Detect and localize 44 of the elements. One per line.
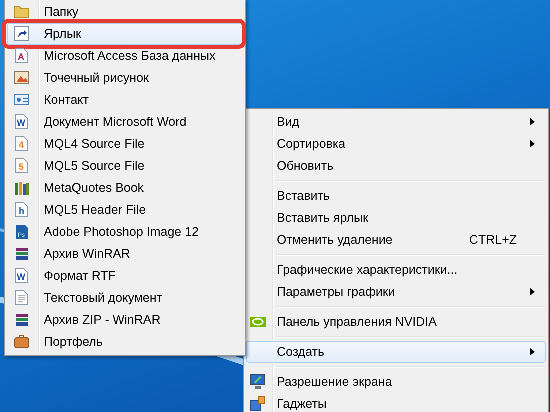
- archive-stack-icon: [14, 246, 30, 262]
- contact-card-icon: [14, 92, 30, 108]
- menu-item[interactable]: h MQL5 Header File: [7, 199, 243, 221]
- menu-item[interactable]: Гаджеты: [246, 393, 546, 412]
- menu-item[interactable]: Текстовый документ: [7, 287, 243, 309]
- menu-item[interactable]: A Microsoft Access База данных: [7, 45, 243, 67]
- briefcase-icon: [14, 334, 30, 350]
- document-digit-icon: 5: [14, 158, 30, 174]
- menu-item[interactable]: Параметры графики: [246, 281, 546, 303]
- text-document-icon: [14, 290, 30, 306]
- menu-item[interactable]: Обновить: [246, 155, 546, 177]
- books-icon: [14, 180, 30, 196]
- menu-item[interactable]: Архив ZIP - WinRAR: [7, 309, 243, 331]
- menu-item[interactable]: 5 MQL5 Source File: [7, 155, 243, 177]
- menu-item[interactable]: Разрешение экрана: [246, 371, 546, 393]
- menu-item[interactable]: Сортировка: [246, 133, 546, 155]
- menu-item[interactable]: Контакт: [7, 89, 243, 111]
- menu-item[interactable]: Вставить ярлык: [246, 207, 546, 229]
- eye-logo-icon: [249, 314, 267, 330]
- word-document-icon: W: [14, 268, 30, 284]
- picture-icon: [14, 70, 30, 86]
- menu-item[interactable]: W Формат RTF: [7, 265, 243, 287]
- gadgets-icon: [249, 396, 267, 412]
- document-letter-icon: h: [14, 202, 30, 218]
- menu-item[interactable]: Папку: [7, 1, 243, 23]
- menu-item[interactable]: Графические характеристики...: [246, 259, 546, 281]
- folder-icon: [14, 4, 30, 20]
- document-digit-icon: 4: [14, 136, 30, 152]
- archive-stack-icon: [14, 312, 30, 328]
- menu-item[interactable]: Создать: [246, 341, 546, 363]
- menu-item[interactable]: MetaQuotes Book: [7, 177, 243, 199]
- shortcut-text: CTRL+Z: [469, 233, 517, 247]
- menu-item[interactable]: Отменить удаление CTRL+Z: [246, 229, 546, 251]
- document-letter-icon: A: [14, 48, 30, 64]
- menu-item[interactable]: Вставить: [246, 185, 546, 207]
- menu-item[interactable]: Панель управления NVIDIA: [246, 311, 546, 333]
- menu-item[interactable]: Вид: [246, 111, 546, 133]
- monitor-icon: [249, 374, 267, 390]
- menu-item[interactable]: Архив WinRAR: [7, 243, 243, 265]
- menu-item[interactable]: Точечный рисунок: [7, 67, 243, 89]
- menu-item[interactable]: W Документ Microsoft Word: [7, 111, 243, 133]
- menu-item[interactable]: 4 MQL4 Source File: [7, 133, 243, 155]
- menu-item[interactable]: Портфель: [7, 331, 243, 353]
- word-document-icon: W: [14, 114, 30, 130]
